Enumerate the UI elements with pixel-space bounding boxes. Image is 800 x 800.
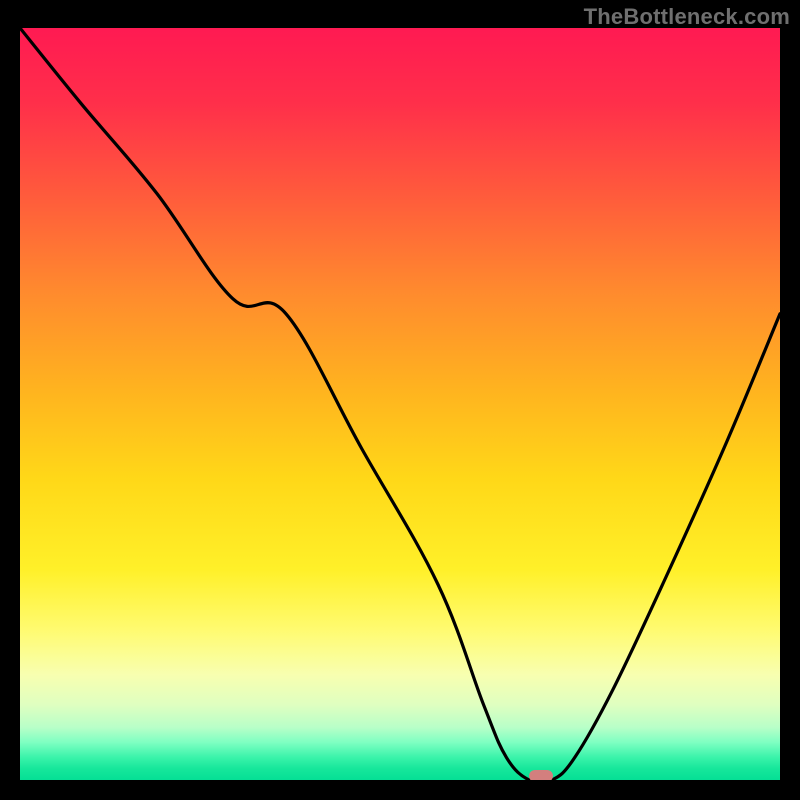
optimal-marker bbox=[529, 770, 553, 780]
bottleneck-curve bbox=[20, 28, 780, 780]
chart-frame: TheBottleneck.com bbox=[0, 0, 800, 800]
plot-area bbox=[20, 28, 780, 780]
watermark-text: TheBottleneck.com bbox=[584, 4, 790, 30]
